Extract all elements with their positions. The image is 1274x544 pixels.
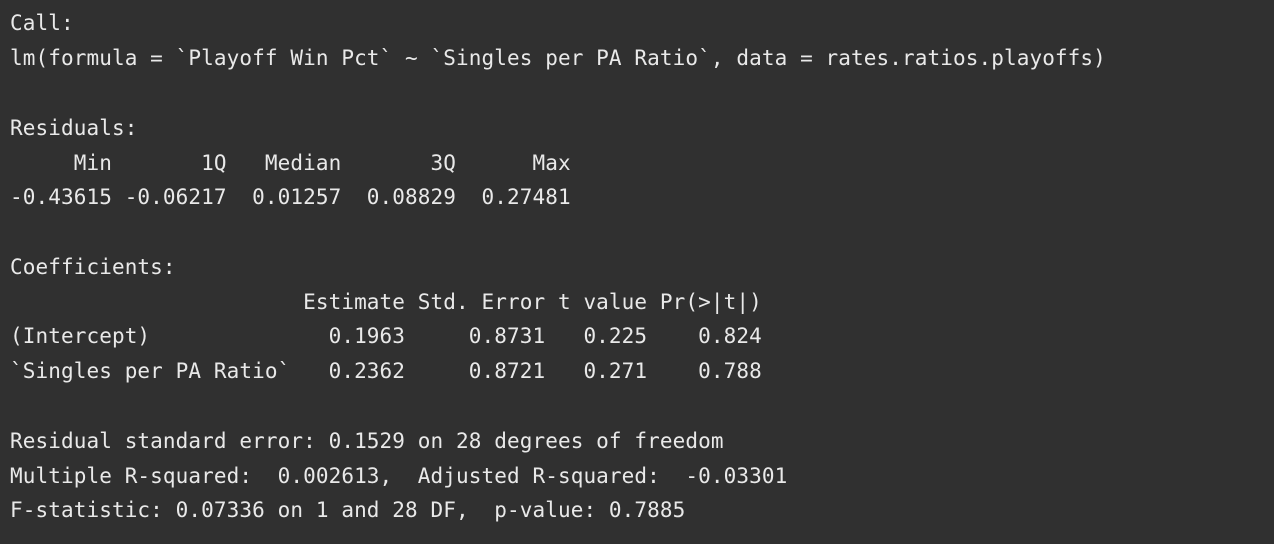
residuals-heading: Residuals: [10, 116, 138, 140]
coefficients-row-singles: `Singles per PA Ratio` 0.2362 0.8721 0.2… [10, 359, 762, 383]
residuals-header-row: Min 1Q Median 3Q Max [10, 151, 584, 175]
call-formula: lm(formula = `Playoff Win Pct` ~ `Single… [10, 46, 1106, 70]
residual-standard-error: Residual standard error: 0.1529 on 28 de… [10, 429, 724, 453]
f-statistic-line: F-statistic: 0.07336 on 1 and 28 DF, p-v… [10, 498, 686, 522]
residuals-values-row: -0.43615 -0.06217 0.01257 0.08829 0.2748… [10, 185, 584, 209]
r-console-output: Call: lm(formula = `Playoff Win Pct` ~ `… [0, 0, 1274, 544]
call-heading: Call: [10, 11, 74, 35]
coefficients-heading: Coefficients: [10, 255, 176, 279]
coefficients-header-row: Estimate Std. Error t value Pr(>|t|) [10, 290, 762, 314]
r-squared-line: Multiple R-squared: 0.002613, Adjusted R… [10, 464, 801, 488]
coefficients-row-intercept: (Intercept) 0.1963 0.8731 0.225 0.824 [10, 324, 762, 348]
